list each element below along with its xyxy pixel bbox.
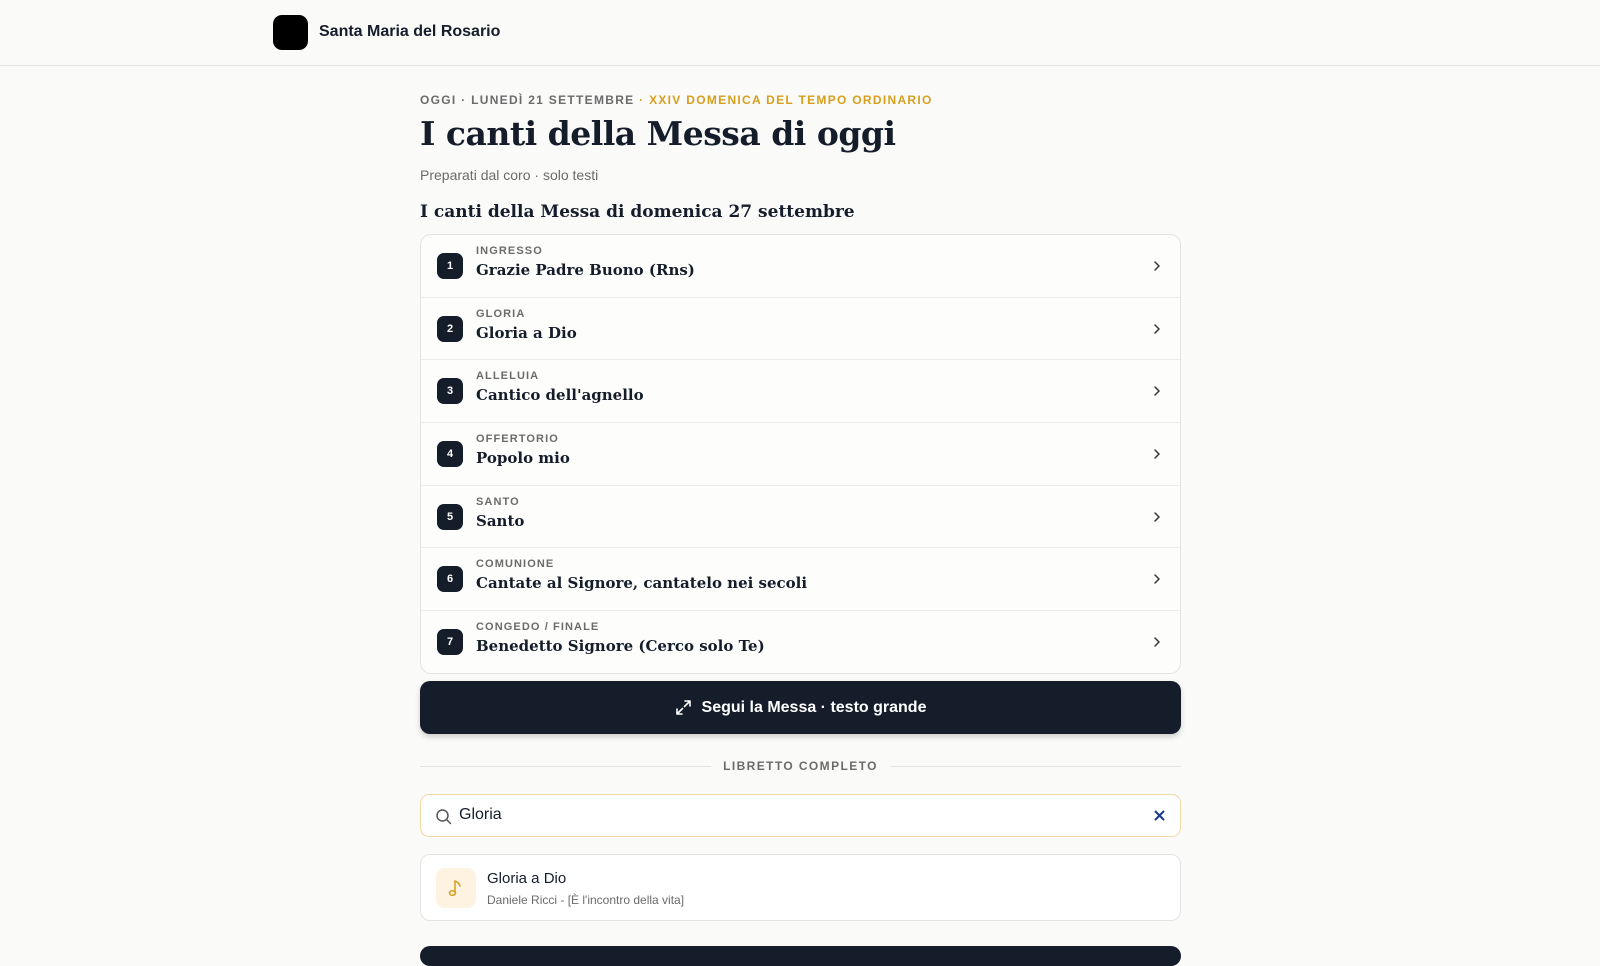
parish-logo xyxy=(273,14,308,50)
page-title: I canti della Messa di oggi xyxy=(420,114,896,153)
result-subtitle: Daniele Ricci - [È l'incontro della vita… xyxy=(487,893,685,907)
song-title: Popolo mio xyxy=(476,449,570,468)
music-note-icon xyxy=(436,868,476,908)
parish-name: Santa Maria del Rosario xyxy=(319,23,501,40)
chevron-right-icon xyxy=(1154,637,1160,648)
song-title: Grazie Padre Buono (Rns) xyxy=(476,261,695,279)
song-number-badge: 3 xyxy=(437,378,463,405)
search-icon xyxy=(436,809,452,825)
song-number-badge: 6 xyxy=(437,566,463,593)
song-number-badge: 2 xyxy=(437,315,463,342)
song-moment-label: SANTO xyxy=(476,495,520,508)
chevron-right-icon xyxy=(1154,449,1160,459)
songs-list: 1 INGRESSO Grazie Padre Buono (Rns) 2 GL… xyxy=(420,234,1181,674)
song-item[interactable]: 3 ALLELUIA Cantico dell'agnello xyxy=(421,360,1180,424)
songs-section-title: I canti della Messa di domenica 27 sette… xyxy=(420,202,855,222)
song-moment-label: CONGEDO / FINALE xyxy=(476,621,600,634)
song-title: Cantico dell'agnello xyxy=(476,386,644,405)
page-subtitle: Preparati dal coro · solo testi xyxy=(420,167,599,183)
date-text: OGGI · LUNEDÌ 21 SETTEMBRE xyxy=(420,93,635,107)
result-title: Gloria a Dio xyxy=(487,870,567,887)
song-moment-label: ALLELUIA xyxy=(476,370,540,383)
song-moment-label: OFFERTORIO xyxy=(476,433,559,446)
song-number-badge: 1 xyxy=(437,252,463,279)
song-number-badge: 7 xyxy=(437,629,463,656)
expand-icon xyxy=(675,700,691,715)
clear-search-icon[interactable] xyxy=(1151,807,1168,824)
song-title: Gloria a Dio xyxy=(476,323,577,342)
song-title: Benedetto Signore (Cerco solo Te) xyxy=(476,637,765,656)
song-number-badge: 4 xyxy=(437,440,463,467)
search-input[interactable] xyxy=(459,795,1119,835)
song-item[interactable]: 7 CONGEDO / FINALE Benedetto Signore (Ce… xyxy=(421,611,1180,673)
song-item[interactable]: 2 GLORIA Gloria a Dio xyxy=(421,298,1180,361)
booklet-divider: LIBRETTO COMPLETO xyxy=(420,758,1182,774)
top-bar: Santa Maria del Rosario xyxy=(0,0,1600,66)
chevron-right-icon xyxy=(1154,511,1160,522)
song-item[interactable]: 5 SANTO Santo xyxy=(421,486,1180,549)
song-moment-label: COMUNIONE xyxy=(476,558,555,571)
chevron-right-icon xyxy=(1154,574,1160,585)
song-title: Santo xyxy=(476,511,525,530)
song-moment-label: GLORIA xyxy=(476,307,526,320)
follow-mass-label: Segui la Messa · testo grande xyxy=(701,698,927,716)
song-number-badge: 5 xyxy=(437,503,463,530)
song-moment-label: INGRESSO xyxy=(476,245,543,257)
bottom-action-bar[interactable] xyxy=(420,946,1181,966)
chevron-right-icon xyxy=(1154,261,1160,271)
follow-mass-button[interactable]: Segui la Messa · testo grande xyxy=(420,681,1181,734)
song-item[interactable]: 1 INGRESSO Grazie Padre Buono (Rns) xyxy=(421,235,1180,298)
chevron-right-icon xyxy=(1154,386,1160,396)
liturgical-day: · XXIV DOMENICA DEL TEMPO ORDINARIO xyxy=(634,93,933,107)
search-result-item[interactable]: Gloria a Dio Daniele Ricci - [È l'incont… xyxy=(420,854,1181,921)
song-item[interactable]: 4 OFFERTORIO Popolo mio xyxy=(421,423,1180,486)
brand[interactable]: Santa Maria del Rosario xyxy=(273,14,501,50)
song-item[interactable]: 6 COMUNIONE Cantate al Signore, cantatel… xyxy=(421,548,1180,612)
chevron-right-icon xyxy=(1154,323,1160,334)
song-title: Cantate al Signore, cantatelo nei secoli xyxy=(476,574,808,593)
booklet-divider-label: LIBRETTO COMPLETO xyxy=(723,759,878,773)
booklet-search xyxy=(420,794,1181,837)
date-line: OGGI · LUNEDÌ 21 SETTEMBRE · XXIV DOMENI… xyxy=(420,93,933,107)
